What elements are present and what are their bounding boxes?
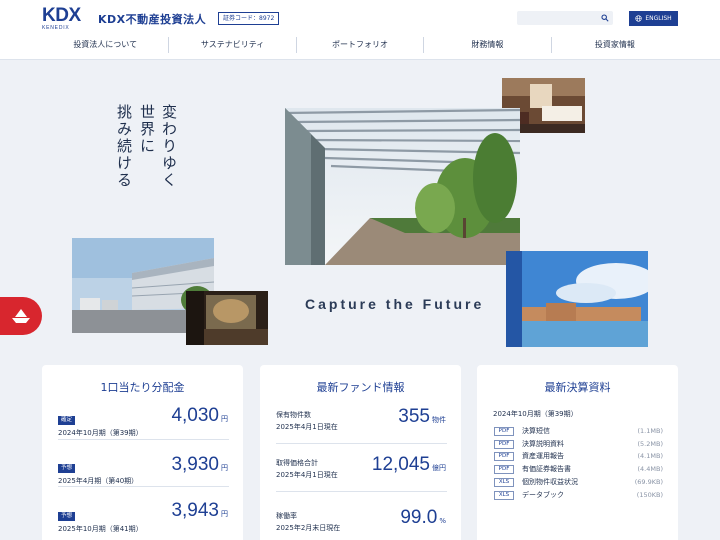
file-size: (150KB): [636, 491, 663, 499]
file-size: (69.9KB): [634, 478, 663, 486]
nav-item-about[interactable]: 投資法人について: [42, 37, 170, 53]
doc-link[interactable]: PDF 決算説明資料 (5.2MB): [493, 438, 663, 450]
value-unit: 億円: [432, 464, 446, 472]
logo-sub: KENEDIX: [42, 25, 70, 31]
metric-value: 12,045 億円: [372, 454, 446, 476]
hero-tagline: Capture the Future: [305, 296, 485, 312]
securities-code-badge: 証券コード：8972: [218, 12, 280, 25]
value-unit: 円: [221, 464, 228, 472]
doc-name: 資産運用報告: [522, 452, 564, 460]
value-unit: 円: [221, 510, 228, 518]
floating-menu-tab[interactable]: [0, 297, 42, 335]
file-type-badge: PDF: [494, 451, 514, 461]
logo-mark: KDX: [42, 5, 81, 26]
period-label: 2024年10月期（第39期）: [58, 429, 143, 437]
file-type-badge: PDF: [494, 439, 514, 449]
status-badge: 確定: [58, 416, 76, 425]
boat-icon: [12, 309, 30, 323]
dividend-value: 3,943 円: [171, 500, 228, 522]
value-number: 3,930: [171, 454, 219, 475]
english-button[interactable]: ENGLISH: [629, 11, 678, 26]
doc-link[interactable]: PDF 決算短信 (1.1MB): [493, 425, 663, 437]
hero-line-1: 変わりゆく: [160, 104, 178, 189]
nav-item-ir[interactable]: 投資家情報: [552, 37, 678, 53]
english-label: ENGLISH: [645, 15, 672, 22]
divider: [276, 491, 447, 492]
divider: [276, 443, 447, 444]
dividend-card: 1口当たり分配金 確定 2024年10月期（第39期） 4,030 円 予想 20…: [42, 365, 243, 540]
doc-link[interactable]: XLS 個別物件収益状況 (69.9KB): [493, 476, 663, 488]
value-number: 99.0: [400, 507, 438, 528]
doc-name: 個別物件収益状況: [522, 478, 578, 486]
value-unit: 円: [221, 415, 228, 423]
doc-name: 有価証券報告書: [522, 465, 571, 473]
file-size: (4.1MB): [637, 452, 663, 460]
doc-name: 決算説明資料: [522, 440, 564, 448]
search-input[interactable]: [517, 17, 601, 32]
nav-item-financial[interactable]: 財務情報: [424, 37, 552, 53]
metric-value: 99.0%: [400, 507, 446, 529]
card-title: 最新決算資料: [544, 381, 611, 394]
doc-name: データブック: [522, 491, 564, 499]
lobby-photo: [186, 291, 268, 345]
financial-results-card: 最新決算資料 2024年10月期（第39期） PDF 決算短信 (1.1MB) …: [477, 365, 678, 540]
lakeside-photo: [506, 251, 648, 347]
dividend-value: 4,030 円: [171, 405, 228, 427]
file-type-badge: XLS: [494, 477, 514, 487]
kdx-logo[interactable]: KDX KENEDIX: [42, 5, 97, 31]
file-type-badge: PDF: [494, 464, 514, 474]
period-label: 2025年10月期（第41期）: [58, 525, 143, 533]
nav-item-portfolio[interactable]: ポートフォリオ: [297, 37, 425, 53]
value-unit: 物件: [432, 416, 446, 424]
value-unit: %: [439, 517, 446, 525]
results-period: 2024年10月期（第39期）: [493, 410, 578, 418]
file-size: (4.4MB): [637, 465, 663, 473]
file-type-badge: XLS: [494, 490, 514, 500]
status-badge: 予想: [58, 512, 76, 521]
terrace-photo: [285, 108, 520, 265]
value-number: 12,045: [371, 454, 430, 475]
value-number: 3,943: [171, 500, 219, 521]
divider: [58, 439, 229, 440]
globe-icon: [635, 15, 642, 22]
doc-link[interactable]: PDF 資産運用報告 (4.1MB): [493, 450, 663, 462]
fund-info-card: 最新ファンド情報 保有物件数 2025年4月1日現在 355 物件 取得価格合計 …: [260, 365, 461, 540]
hero-line-3: 挑み続ける: [115, 104, 133, 189]
value-number: 4,030: [171, 405, 219, 426]
file-size: (1.1MB): [637, 427, 663, 435]
metric-value: 355 物件: [398, 406, 446, 428]
nav-item-sustainability[interactable]: サステナビリティ: [169, 37, 297, 53]
divider: [58, 486, 229, 487]
doc-link[interactable]: PDF 有価証券報告書 (4.4MB): [493, 463, 663, 475]
status-badge: 予想: [58, 464, 76, 473]
global-nav: 投資法人について サステナビリティ ポートフォリオ 財務情報 投資家情報: [42, 37, 678, 53]
site-header: KDX KENEDIX KDX不動産投資法人 証券コード：8972 ENGLIS…: [0, 0, 720, 60]
dividend-value: 3,930 円: [171, 454, 228, 476]
file-size: (5.2MB): [637, 440, 663, 448]
value-number: 355: [398, 406, 430, 427]
search-box: [517, 11, 613, 32]
doc-name: 決算短信: [522, 427, 550, 435]
file-type-badge: PDF: [494, 426, 514, 436]
corp-name[interactable]: KDX不動産投資法人: [98, 11, 206, 27]
period-label: 2025年4月期（第40期）: [58, 477, 139, 485]
search-icon[interactable]: [601, 14, 609, 22]
card-title: 1口当たり分配金: [100, 381, 185, 394]
doc-link[interactable]: XLS データブック (150KB): [493, 489, 663, 501]
hero-line-2: 世界に: [138, 104, 156, 155]
card-title: 最新ファンド情報: [316, 381, 405, 394]
